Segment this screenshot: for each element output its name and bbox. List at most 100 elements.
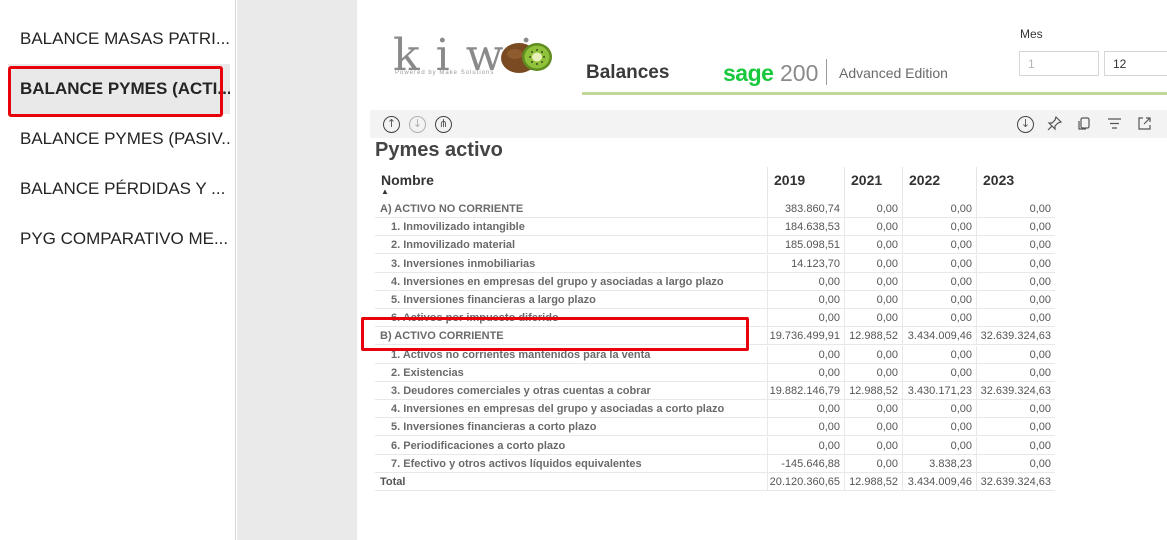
- logo-subtitle: Powered by Make Solutions: [395, 70, 495, 76]
- value-cell: 0,00: [976, 454, 1055, 473]
- value-cell: 0,00: [767, 436, 844, 455]
- row-label: 3. Inversiones inmobiliarias: [391, 257, 536, 270]
- value-cell: 0,00: [844, 309, 902, 328]
- value-cell: 0,00: [976, 309, 1055, 328]
- value-cell: 12.988,52: [844, 382, 902, 400]
- value-cell: 0,00: [767, 309, 844, 328]
- filter-icon[interactable]: [1106, 116, 1123, 133]
- pin-icon[interactable]: [1046, 115, 1063, 133]
- value-cell: 3.838,23: [902, 454, 976, 473]
- value-cell: 32.639.324,63: [976, 382, 1055, 400]
- value-cell: 0,00: [767, 291, 844, 309]
- value-cell: 0,00: [844, 291, 902, 309]
- sage-version: 200: [780, 60, 819, 86]
- value-cell: 19.736.499,91: [767, 327, 844, 346]
- sidebar-item-pyg-comparativo[interactable]: PYG COMPARATIVO ME...: [8, 214, 230, 264]
- value-cell: 0,00: [902, 436, 976, 455]
- divider: [826, 59, 827, 85]
- value-cell: 0,00: [976, 345, 1055, 364]
- value-cell: 0,00: [844, 254, 902, 273]
- table-row[interactable]: 3. Inversiones inmobiliarias 14.123,70 0,0…: [375, 254, 1055, 273]
- value-cell: 0,00: [902, 291, 976, 309]
- value-cell: 14.123,70: [767, 254, 844, 273]
- value-cell: 0,00: [844, 218, 902, 237]
- value-cell: 0,00: [976, 291, 1055, 309]
- kiwi-fruit-icon: [501, 43, 552, 73]
- sidebar-item-balance-masas[interactable]: BALANCE MASAS PATRI...: [8, 14, 230, 64]
- table-row[interactable]: 3. Deudores comerciales y otras cuentas …: [375, 382, 1055, 400]
- copy-icon[interactable]: [1076, 116, 1093, 133]
- value-cell: 0,00: [767, 345, 844, 364]
- highlight-annotation-box: [361, 317, 749, 351]
- column-header-label: 2019: [774, 172, 806, 188]
- value-cell: 0,00: [767, 418, 844, 437]
- value-cell: 20.120.360,65: [767, 473, 844, 491]
- table-row[interactable]: 6. Periodificaciones a corto plazo 0,00 0,…: [375, 436, 1055, 455]
- table-row[interactable]: 5. Inversiones financieras a corto plazo…: [375, 418, 1055, 437]
- value-cell: 0,00: [902, 236, 976, 255]
- sage-logo: sage: [723, 60, 774, 86]
- sidebar-item-label: BALANCE PYMES (PASIV...: [20, 129, 230, 148]
- table-row[interactable]: 2. Existencias 0,00 0,00 0,00 0,00: [375, 363, 1055, 382]
- column-header-2022[interactable]: 2022: [902, 167, 976, 200]
- table-row[interactable]: 1. Inmovilizado intangible 184.638,53 0,00…: [375, 218, 1055, 237]
- value-cell: 0,00: [767, 363, 844, 382]
- value-cell: 32.639.324,63: [976, 327, 1055, 346]
- value-cell: 0,00: [976, 200, 1055, 218]
- sidebar-item-balance-pymes-pasivo[interactable]: BALANCE PYMES (PASIV...: [8, 114, 230, 164]
- table-row[interactable]: 5. Inversiones financieras a largo plazo…: [375, 291, 1055, 309]
- sidebar-item-label: PYG COMPARATIVO ME...: [20, 229, 229, 248]
- drill-up-icon[interactable]: ↑: [383, 116, 400, 133]
- drill-mode-icon[interactable]: ↓: [1017, 116, 1034, 133]
- column-header-label: Nombre: [381, 172, 434, 188]
- row-label: 2. Inmovilizado material: [391, 239, 516, 252]
- month-slicer-label: Mes: [1020, 27, 1043, 41]
- value-cell: 0,00: [844, 236, 902, 255]
- sidebar-item-label: BALANCE MASAS PATRI...: [20, 29, 230, 48]
- value-cell: 0,00: [844, 363, 902, 382]
- value-cell: 0,00: [902, 218, 976, 237]
- table-row[interactable]: 2. Inmovilizado material 185.098,51 0,00 0,…: [375, 236, 1055, 255]
- expand-hierarchy-icon[interactable]: ⋔: [435, 116, 452, 133]
- table-row[interactable]: A) ACTIVO NO CORRIENTE 383.860,74 0,00 0,00…: [375, 200, 1055, 218]
- month-from-input[interactable]: 1: [1019, 51, 1099, 76]
- value-cell: 0,00: [844, 272, 902, 291]
- row-label: 5. Inversiones financieras a corto plazo: [391, 421, 597, 434]
- value-cell: 0,00: [844, 345, 902, 364]
- value-cell: 185.098,51: [767, 236, 844, 255]
- visual-title: Pymes activo: [375, 139, 503, 161]
- row-label: 7. Efectivo y otros activos líquidos equ…: [391, 457, 642, 470]
- table-row[interactable]: 4. Inversiones en empresas del grupo y a…: [375, 272, 1055, 291]
- value-cell: 0,00: [976, 418, 1055, 437]
- column-header-2019[interactable]: 2019: [767, 167, 844, 200]
- value-cell: 0,00: [902, 345, 976, 364]
- sidebar-item-label: BALANCE PÉRDIDAS Y ...: [20, 179, 226, 198]
- value-cell: 0,00: [976, 272, 1055, 291]
- table-row[interactable]: 4. Inversiones en empresas del grupo y a…: [375, 400, 1055, 419]
- value-cell: 0,00: [844, 436, 902, 455]
- column-header-nombre[interactable]: Nombre ▲: [375, 167, 767, 200]
- value-cell: 0,00: [902, 363, 976, 382]
- value-cell: 12.988,52: [844, 473, 902, 491]
- column-header-label: 2022: [909, 172, 941, 188]
- value-cell: 0,00: [902, 418, 976, 437]
- focus-mode-icon[interactable]: [1136, 116, 1153, 133]
- column-header-label: 2023: [983, 172, 1015, 188]
- month-to-input[interactable]: 12: [1104, 51, 1167, 76]
- value-cell: 0,00: [844, 418, 902, 437]
- sidebar-item-balance-perdidas[interactable]: BALANCE PÉRDIDAS Y ...: [8, 164, 230, 214]
- value-cell: 0,00: [976, 363, 1055, 382]
- table-total-row[interactable]: Total 20.120.360,65 12.988,52 3.434.009,46 3…: [375, 473, 1055, 491]
- column-header-label: 2021: [851, 172, 883, 188]
- table-row[interactable]: 7. Efectivo y otros activos líquidos equ…: [375, 454, 1055, 473]
- page-navigation-sidebar: BALANCE MASAS PATRI... BALANCE PYMES (AC…: [0, 0, 236, 540]
- sort-ascending-icon: ▲: [381, 187, 389, 196]
- column-header-2021[interactable]: 2021: [844, 167, 902, 200]
- drill-down-icon[interactable]: ↓: [409, 116, 426, 133]
- value-cell: 0,00: [976, 254, 1055, 273]
- value-cell: 383.860,74: [767, 200, 844, 218]
- value-cell: 19.882.146,79: [767, 382, 844, 400]
- highlight-annotation-box: [8, 66, 223, 117]
- header-underline: [582, 92, 1167, 95]
- column-header-2023[interactable]: 2023: [976, 167, 1055, 200]
